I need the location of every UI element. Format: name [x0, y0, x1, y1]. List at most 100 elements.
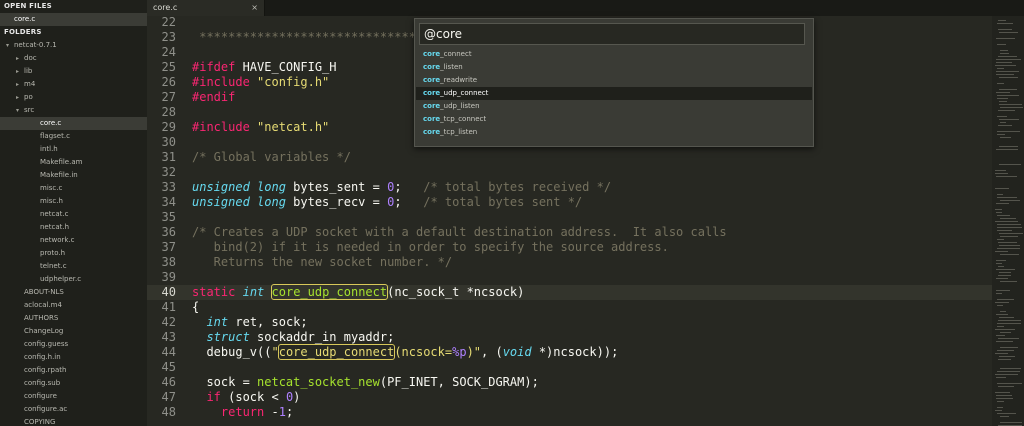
code-token: *)ncsock));	[531, 345, 619, 359]
file-item[interactable]: AUTHORS	[0, 312, 147, 325]
file-item[interactable]: ChangeLog	[0, 325, 147, 338]
symbol-result-item[interactable]: core_connect	[416, 48, 812, 61]
code-token: , (	[481, 345, 503, 359]
file-item[interactable]: telnet.c	[0, 260, 147, 273]
open-files-header: OPEN FILES	[4, 2, 52, 10]
file-item[interactable]: netcat.h	[0, 221, 147, 234]
minimap-line	[996, 38, 1015, 39]
file-item[interactable]: ABOUT-NLS	[0, 286, 147, 299]
folder-item[interactable]: ▸ po	[0, 91, 147, 104]
file-item[interactable]: aclocal.m4	[0, 299, 147, 312]
minimap-line	[997, 350, 1014, 351]
minimap-line	[997, 401, 1004, 402]
file-item[interactable]: network.c	[0, 234, 147, 247]
symbol-result-item[interactable]: core_tcp_connect	[416, 113, 812, 126]
file-item[interactable]: flagset.c	[0, 130, 147, 143]
minimap-line	[998, 275, 1011, 276]
line-number: 36	[161, 225, 176, 239]
symbol-result-item[interactable]: core_readwrite	[416, 74, 812, 87]
file-item[interactable]: core.c	[0, 117, 147, 130]
tree-item-label: netcat-0.7.1	[14, 41, 57, 49]
code-token: #endif	[192, 90, 236, 104]
file-item[interactable]: Makefile.in	[0, 169, 147, 182]
tree-item-label: aclocal.m4	[24, 301, 62, 309]
code-token: (PF_INET, SOCK_DGRAM);	[379, 375, 539, 389]
minimap-line	[995, 251, 1008, 252]
line-number: 48	[161, 405, 176, 419]
chevron-right-icon: ▸	[16, 55, 20, 62]
minimap-line	[1000, 50, 1008, 51]
file-item[interactable]: configure.ac	[0, 403, 147, 416]
minimap-line	[1000, 416, 1009, 417]
match-highlight: core	[423, 115, 441, 123]
minimap-line	[995, 302, 1009, 303]
minimap-line	[997, 215, 1010, 216]
code-line: #ifdef HAVE_CONFIG_H	[192, 60, 337, 75]
tab-core-c[interactable]: core.c ×	[147, 0, 265, 16]
file-item[interactable]: misc.c	[0, 182, 147, 195]
folder-item[interactable]: ▸ lib	[0, 65, 147, 78]
tree-item-label: config.rpath	[24, 366, 67, 374]
code-token: 1	[278, 405, 286, 419]
minimap-line	[998, 266, 1004, 267]
symbol-result-item[interactable]: core_udp_connect	[416, 87, 812, 100]
minimap-line	[997, 83, 1004, 84]
minimap-line	[999, 317, 1014, 318]
code-line: #include "config.h"	[192, 75, 329, 90]
tree-item-label: lib	[24, 67, 33, 75]
minimap-line	[998, 320, 1021, 321]
folder-item[interactable]: ▾ src	[0, 104, 147, 117]
file-item[interactable]: config.h.in	[0, 351, 147, 364]
line-number: 34	[161, 195, 176, 209]
result-label-rest: _listen	[440, 63, 463, 71]
code-token: %p	[452, 345, 467, 359]
minimap-line	[1000, 311, 1006, 312]
symbol-search-input[interactable]	[419, 23, 805, 45]
minimap-line	[997, 194, 1003, 195]
file-item[interactable]: misc.h	[0, 195, 147, 208]
minimap-line	[996, 59, 1021, 60]
symbol-result-item[interactable]: core_udp_listen	[416, 100, 812, 113]
minimap-line	[996, 341, 1013, 342]
minimap-line	[997, 68, 1004, 69]
code-token: (ncsock=	[394, 345, 453, 359]
folder-item[interactable]: ▸ doc	[0, 52, 147, 65]
file-item[interactable]: proto.h	[0, 247, 147, 260]
file-item[interactable]: config.sub	[0, 377, 147, 390]
code-token: (sock <	[220, 390, 286, 404]
line-number: 45	[161, 360, 176, 374]
tree-item-label: Makefile.in	[40, 171, 78, 179]
minimap-line	[997, 407, 1003, 408]
close-icon[interactable]: ×	[251, 0, 258, 16]
file-item[interactable]: netcat.c	[0, 208, 147, 221]
file-item[interactable]: config.guess	[0, 338, 147, 351]
tree-item-label: config.guess	[24, 340, 69, 348]
file-item[interactable]: udphelper.c	[0, 273, 147, 286]
file-item[interactable]: COPYING	[0, 416, 147, 426]
tree-item-label: misc.h	[40, 197, 63, 205]
symbol-result-item[interactable]: core_tcp_listen	[416, 126, 812, 139]
minimap-line	[997, 239, 1004, 240]
file-item[interactable]: configure	[0, 390, 147, 403]
code-line: Returns the new socket number. */	[192, 255, 452, 270]
folder-item[interactable]: ▾ netcat-0.7.1	[0, 39, 147, 52]
minimap-line	[997, 326, 1004, 327]
code-token: HAVE_CONFIG_H	[235, 60, 337, 74]
open-file-item[interactable]: core.c	[0, 13, 147, 26]
code-token: netcat_socket_new	[257, 375, 380, 389]
code-token: (nc_sock_t *ncsock)	[387, 285, 525, 299]
symbol-result-item[interactable]: core_listen	[416, 61, 812, 74]
folder-item[interactable]: ▸ m4	[0, 78, 147, 91]
minimap-line	[998, 386, 1014, 387]
line-number: 39	[161, 270, 176, 284]
file-item[interactable]: Makefile.am	[0, 156, 147, 169]
minimap-line	[997, 305, 1003, 306]
file-item[interactable]: intl.h	[0, 143, 147, 156]
minimap-line	[998, 56, 1017, 57]
minimap[interactable]	[992, 16, 1024, 426]
file-item[interactable]: config.rpath	[0, 364, 147, 377]
code-token: static	[192, 285, 236, 299]
